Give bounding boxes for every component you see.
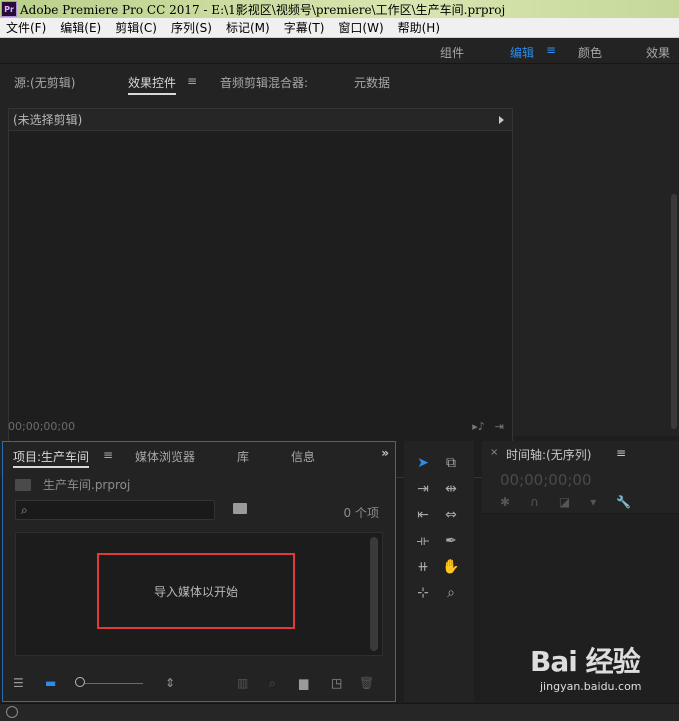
workspace-bar: 组件 编辑 ≡ 颜色 效果	[0, 38, 679, 64]
menu-bar: 文件(F) 编辑(E) 剪辑(C) 序列(S) 标记(M) 字幕(T) 窗口(W…	[0, 18, 679, 38]
snap-icon[interactable]: ∩	[530, 495, 539, 509]
menu-window[interactable]: 窗口(W)	[338, 19, 383, 36]
menu-sequence[interactable]: 序列(S)	[171, 19, 212, 36]
watermark-logo: Bai 经验	[530, 645, 641, 678]
menu-marker[interactable]: 标记(M)	[226, 19, 270, 36]
vertical-scrollbar[interactable]	[671, 194, 677, 429]
premiere-logo-icon: Pr	[1, 1, 17, 17]
wrench-icon[interactable]: 🔧	[616, 495, 631, 509]
menu-file[interactable]: 文件(F)	[6, 19, 46, 36]
timeline-menu-icon[interactable]: ≡	[616, 446, 626, 460]
project-folder-icon	[15, 479, 31, 491]
tab-project[interactable]: 项目:生产车间	[13, 448, 90, 468]
panel-left-strip	[0, 108, 8, 478]
search-input[interactable]	[38, 503, 208, 517]
import-media-label: 导入媒体以开始	[153, 584, 238, 599]
tab-effect-controls[interactable]: 效果控件	[128, 74, 177, 95]
timeline-title: 时间轴:(无序列)	[506, 448, 592, 462]
tools-panel: ➤ ⧉ ⇥ ⇹ ⇤ ⇔ ⟛ ✒ ⧺ ✋ ⊹ ⌕	[404, 441, 474, 702]
tab-media-browser[interactable]: 媒体浏览器	[135, 448, 195, 465]
razor-tool-icon[interactable]: ⟛	[412, 531, 434, 551]
zoom-slider-knob[interactable]	[75, 677, 85, 687]
source-panel: 源:(无剪辑) 效果控件 ≡ 音频剪辑混合器: 元数据 (未选择剪辑) 00;0…	[0, 64, 518, 478]
project-search-box[interactable]: ⌕	[15, 500, 215, 520]
tab-info[interactable]: 信息	[291, 448, 315, 465]
pen-tool-icon[interactable]: ✒	[440, 531, 462, 551]
project-panel: 项目:生产车间 ≡ 媒体浏览器 库 信息 » 生产车间.prproj ⌕ 0 个…	[2, 441, 396, 702]
list-view-icon[interactable]: ☰	[13, 676, 24, 690]
window-title-bar: Pr Adobe Premiere Pro CC 2017 - E:\1影视区\…	[0, 0, 679, 18]
tab-audio-clip-mixer[interactable]: 音频剪辑混合器:	[220, 74, 308, 91]
tab-metadata[interactable]: 元数据	[354, 74, 390, 91]
timeline-toolbar: ✱ ∩ ◪ ▾ 🔧	[500, 495, 631, 509]
workspace-menu-icon[interactable]: ≡	[546, 43, 556, 57]
new-item-icon[interactable]: ◳	[331, 676, 342, 690]
effect-controls-footer-icons: ▸♪ ⇥	[472, 420, 504, 433]
export-icon[interactable]: ⇥	[495, 420, 504, 433]
baidu-watermark: Bai 经验 jingyan.baidu.com	[516, 640, 676, 702]
zoom-slider-track[interactable]	[85, 683, 143, 684]
project-drop-area[interactable]: 导入媒体以开始	[15, 532, 383, 656]
project-footer: ☰ ▬ ⇕ ▥ ⌕ ▆ ◳ 🗑	[3, 673, 395, 693]
workspace-effects[interactable]: 效果	[646, 44, 670, 61]
project-file-name: 生产车间.prproj	[43, 478, 131, 492]
workspace-color[interactable]: 颜色	[578, 44, 602, 61]
window-title: Adobe Premiere Pro CC 2017 - E:\1影视区\视频号…	[20, 2, 506, 17]
zoom-tool-icon[interactable]: ⌕	[440, 583, 462, 603]
effect-controls-area: (未选择剪辑)	[8, 108, 513, 478]
nest-icon[interactable]: ✱	[500, 495, 510, 509]
find-icon[interactable]: ⌕	[269, 676, 276, 691]
workspace-editing[interactable]: 编辑	[510, 44, 534, 61]
automate-to-sequence-icon[interactable]: ▥	[237, 676, 248, 690]
close-icon[interactable]: ×	[490, 447, 498, 458]
menu-title[interactable]: 字幕(T)	[284, 19, 325, 36]
slip-tool-icon[interactable]: ⇔	[440, 505, 462, 525]
project-menu-icon[interactable]: ≡	[103, 448, 113, 462]
effect-controls-timecode: 00;00;00;00	[8, 420, 76, 433]
rolling-edit-tool-icon[interactable]: ⇹	[440, 479, 462, 499]
icon-view-icon[interactable]: ▬	[45, 676, 56, 690]
search-icon: ⌕	[21, 503, 28, 517]
type-tool-icon[interactable]: ⊹	[412, 583, 434, 603]
hand-tool-icon[interactable]: ✋	[440, 557, 462, 577]
play-audio-icon[interactable]: ▸♪	[472, 420, 485, 433]
no-clip-selected-label: (未选择剪辑)	[13, 113, 83, 127]
tab-source[interactable]: 源:(无剪辑)	[14, 74, 75, 91]
new-bin-icon[interactable]: ▆	[299, 676, 308, 690]
item-count: 0 个项	[343, 506, 379, 520]
add-marker-icon[interactable]: ▾	[590, 495, 596, 509]
menu-clip[interactable]: 剪辑(C)	[115, 19, 157, 36]
timeline-timecode[interactable]: 00;00;00;00	[500, 471, 592, 489]
status-bar	[0, 703, 679, 721]
menu-edit[interactable]: 编辑(E)	[60, 19, 101, 36]
more-tabs-icon[interactable]: »	[381, 446, 389, 460]
selection-tool-icon[interactable]: ➤	[412, 453, 434, 473]
rate-stretch-tool-icon[interactable]: ⇤	[412, 505, 434, 525]
watermark-url: jingyan.baidu.com	[540, 680, 642, 693]
linked-selection-icon[interactable]: ◪	[559, 495, 570, 509]
expand-arrow-icon[interactable]	[499, 115, 504, 124]
sort-icon[interactable]: ⇕	[165, 676, 175, 690]
effect-controls-header: (未选择剪辑)	[9, 109, 512, 131]
new-search-bin-icon[interactable]	[233, 503, 247, 514]
slide-tool-icon[interactable]: ⧺	[412, 557, 434, 577]
trash-icon[interactable]: 🗑	[359, 676, 374, 690]
project-scrollbar[interactable]	[370, 537, 378, 651]
tab-libraries[interactable]: 库	[237, 448, 249, 465]
program-panel-area	[518, 64, 679, 436]
status-icon[interactable]	[6, 706, 18, 718]
effect-controls-menu-icon[interactable]: ≡	[187, 74, 197, 88]
ripple-edit-tool-icon[interactable]: ⇥	[412, 479, 434, 499]
track-select-tool-icon[interactable]: ⧉	[440, 453, 462, 473]
menu-help[interactable]: 帮助(H)	[398, 19, 440, 36]
import-media-prompt[interactable]: 导入媒体以开始	[97, 553, 295, 629]
workspace-assembly[interactable]: 组件	[440, 44, 464, 61]
